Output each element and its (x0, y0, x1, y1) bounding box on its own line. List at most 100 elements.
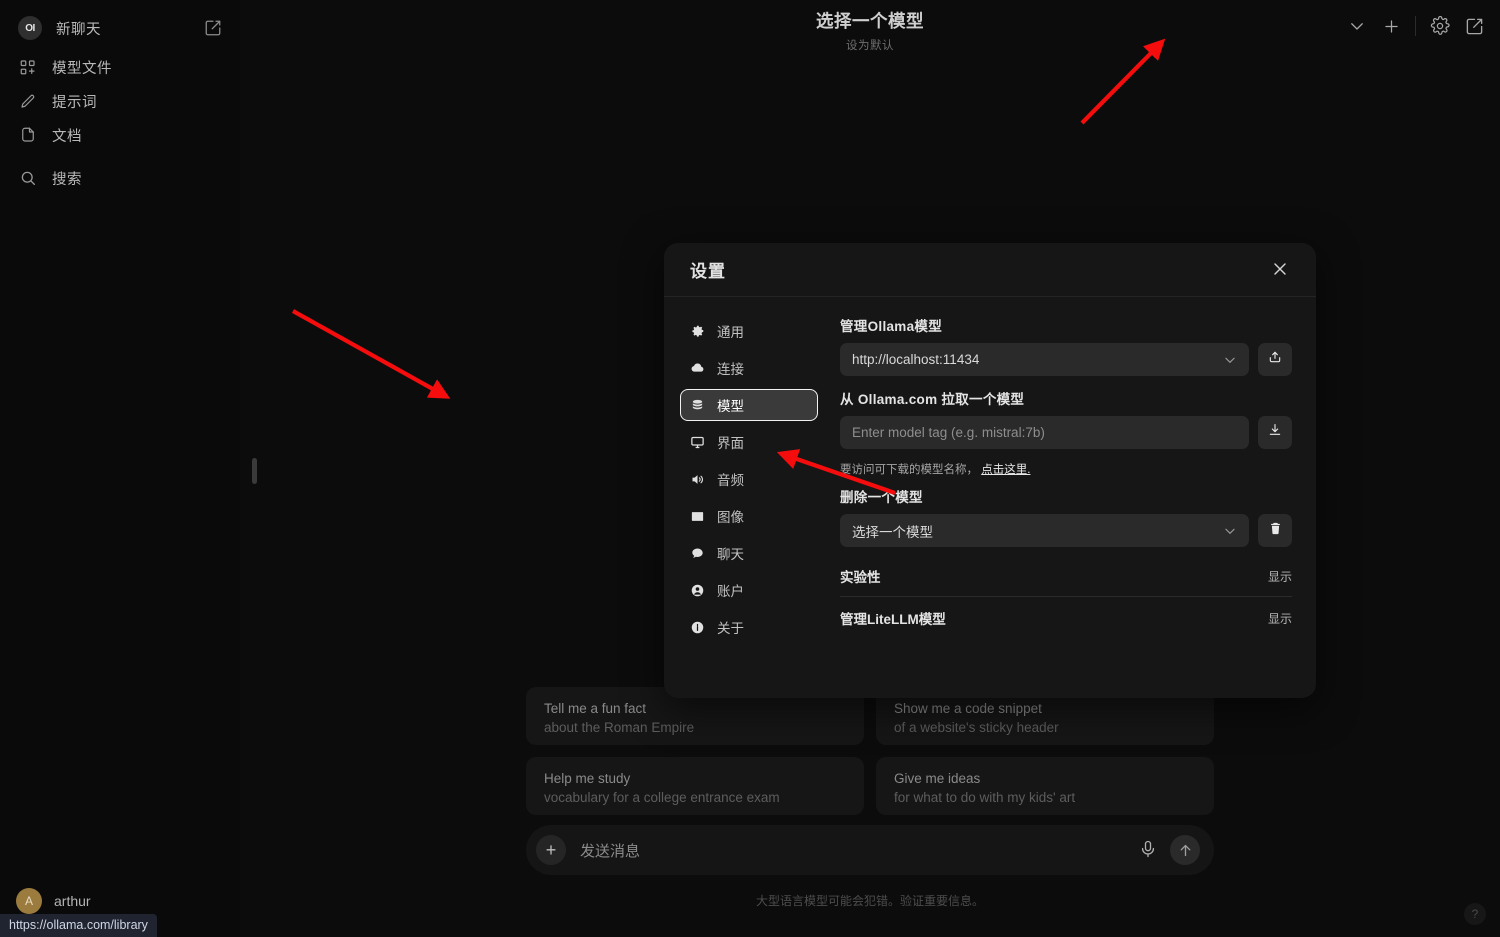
suggestion-subtitle: about the Roman Empire (544, 720, 695, 735)
settings-nav-images[interactable]: 图像 (680, 500, 818, 532)
litellm-show-button[interactable]: 显示 (1268, 610, 1292, 627)
sidebar-item-label: 搜索 (52, 171, 82, 188)
image-icon (690, 509, 705, 524)
chevron-down-icon[interactable] (1347, 16, 1367, 36)
user-circle-icon (690, 583, 705, 598)
openwebui-logo-icon: OI (18, 16, 42, 40)
delete-model-button[interactable] (1258, 514, 1292, 547)
suggestion-card[interactable]: Give me ideas for what to do with my kid… (876, 757, 1214, 815)
model-disclaimer: 大型语言模型可能会犯错。验证重要信息。 (755, 894, 984, 908)
sidebar-item-label: 模型文件 (52, 60, 112, 77)
suggestion-subtitle: of a website's sticky header (894, 720, 1059, 735)
settings-modal-header: 设置 (664, 243, 1316, 297)
top-toolbar-actions (1347, 16, 1484, 36)
avatar: A (16, 888, 42, 914)
experimental-show-button[interactable]: 显示 (1268, 568, 1292, 585)
microphone-icon[interactable] (1138, 839, 1160, 861)
send-arrow-up-icon[interactable] (1170, 835, 1200, 865)
document-icon (18, 125, 38, 145)
gear-icon (690, 324, 705, 339)
ollama-url-value: http://localhost:11434 (852, 352, 980, 367)
sidebar-item-modelfiles[interactable]: 模型文件 (16, 50, 224, 84)
experimental-row: 实验性 显示 (840, 559, 1292, 594)
trash-icon (1268, 521, 1283, 541)
settings-content-models: 管理Ollama模型 http://localhost:11434 从 Olla… (830, 315, 1316, 698)
settings-nav-label: 连接 (717, 362, 744, 377)
close-icon[interactable] (1270, 259, 1292, 281)
toolbar-divider (1415, 16, 1416, 36)
app-root: OI 新聊天 模型文件 提示词 文档 搜索 A arthur https://o… (0, 0, 1500, 937)
suggestion-subtitle: vocabulary for a college entrance exam (544, 790, 780, 805)
suggestion-card[interactable]: Help me study vocabulary for a college e… (526, 757, 864, 815)
settings-nav-label: 通用 (717, 325, 744, 340)
settings-nav-models[interactable]: 模型 (680, 389, 818, 421)
settings-nav-about[interactable]: 关于 (680, 611, 818, 643)
settings-modal-body: 通用 连接 模型 界面 音频 图像 聊天 账户 关于 管理Ollama模型 ht… (664, 297, 1316, 698)
model-library-hint-text: 要访问可下载的模型名称， (840, 464, 978, 476)
litellm-label: 管理LiteLLM模型 (840, 612, 946, 627)
settings-modal: 设置 通用 连接 模型 界面 音频 图像 聊天 账户 关于 管理Ollama模型… (664, 243, 1316, 698)
suggestion-title: Tell me a fun fact (544, 701, 647, 716)
pull-model-row: Enter model tag (e.g. mistral:7b) (840, 416, 1292, 449)
delete-model-value: 选择一个模型 (852, 524, 933, 540)
settings-nav: 通用 连接 模型 界面 音频 图像 聊天 账户 关于 (664, 315, 830, 698)
sidebar-item-prompts[interactable]: 提示词 (16, 84, 224, 118)
new-chat-pencil-icon[interactable] (204, 19, 222, 37)
monitor-icon (690, 435, 705, 450)
suggestion-title: Help me study (544, 771, 631, 786)
user-name: arthur (54, 893, 91, 909)
info-circle-icon (690, 620, 705, 635)
update-all-icon (1267, 349, 1283, 370)
model-library-hint: 要访问可下载的模型名称， 点击这里. (840, 461, 1292, 477)
ollama-url-select[interactable]: http://localhost:11434 (840, 343, 1249, 376)
status-bar-url: https://ollama.com/library (0, 914, 157, 937)
help-button[interactable]: ? (1464, 903, 1486, 925)
pull-model-label: 从 Ollama.com 拉取一个模型 (840, 392, 1025, 407)
model-library-link[interactable]: 点击这里. (981, 464, 1030, 476)
update-all-models-button[interactable] (1258, 343, 1292, 376)
chat-bubble-icon (690, 546, 705, 561)
sidebar-item-documents[interactable]: 文档 (16, 118, 224, 152)
settings-nav-label: 界面 (717, 436, 744, 451)
sidebar-item-label: 提示词 (52, 94, 97, 111)
speaker-icon (690, 472, 705, 487)
settings-nav-interface[interactable]: 界面 (680, 426, 818, 458)
sidebar-resize-handle[interactable] (252, 458, 257, 484)
settings-nav-audio[interactable]: 音频 (680, 463, 818, 495)
manage-ollama-row: http://localhost:11434 (840, 343, 1292, 376)
delete-model-select[interactable]: 选择一个模型 (840, 514, 1249, 547)
plus-icon[interactable] (1381, 16, 1401, 36)
suggestion-subtitle: for what to do with my kids' art (894, 790, 1076, 805)
stack-icon (690, 398, 705, 413)
settings-nav-label: 音频 (717, 473, 744, 488)
main-area: 选择一个模型 设为默认 Tell me a fun fact about the… (240, 0, 1500, 937)
top-toolbar (240, 0, 1500, 52)
settings-nav-label: 关于 (717, 621, 744, 636)
settings-nav-account[interactable]: 账户 (680, 574, 818, 606)
settings-nav-label: 聊天 (717, 547, 744, 562)
sidebar-item-label: 文档 (52, 128, 82, 145)
settings-nav-label: 账户 (717, 584, 744, 599)
sidebar-item-label: 新聊天 (56, 21, 101, 38)
settings-nav-chats[interactable]: 聊天 (680, 537, 818, 569)
model-tag-input[interactable]: Enter model tag (e.g. mistral:7b) (840, 416, 1249, 449)
modelfiles-icon (18, 57, 38, 77)
sidebar-item-search[interactable]: 搜索 (16, 161, 224, 195)
attach-plus-button[interactable]: + (536, 835, 566, 865)
settings-nav-general[interactable]: 通用 (680, 315, 818, 347)
delete-model-row: 选择一个模型 (840, 514, 1292, 547)
download-model-button[interactable] (1258, 416, 1292, 449)
manage-ollama-label: 管理Ollama模型 (840, 319, 943, 334)
compose-icon[interactable] (1464, 16, 1484, 36)
message-input[interactable]: 发送消息 (580, 840, 1138, 861)
settings-title: 设置 (690, 262, 726, 281)
sidebar: OI 新聊天 模型文件 提示词 文档 搜索 A arthur https://o… (0, 0, 257, 937)
sidebar-item-new-chat[interactable]: OI 新聊天 (16, 10, 224, 46)
search-icon (18, 168, 38, 188)
settings-nav-connections[interactable]: 连接 (680, 352, 818, 384)
experimental-label: 实验性 (840, 570, 881, 585)
gear-icon[interactable] (1430, 16, 1450, 36)
settings-nav-label: 模型 (717, 399, 744, 414)
settings-nav-label: 图像 (717, 510, 744, 525)
